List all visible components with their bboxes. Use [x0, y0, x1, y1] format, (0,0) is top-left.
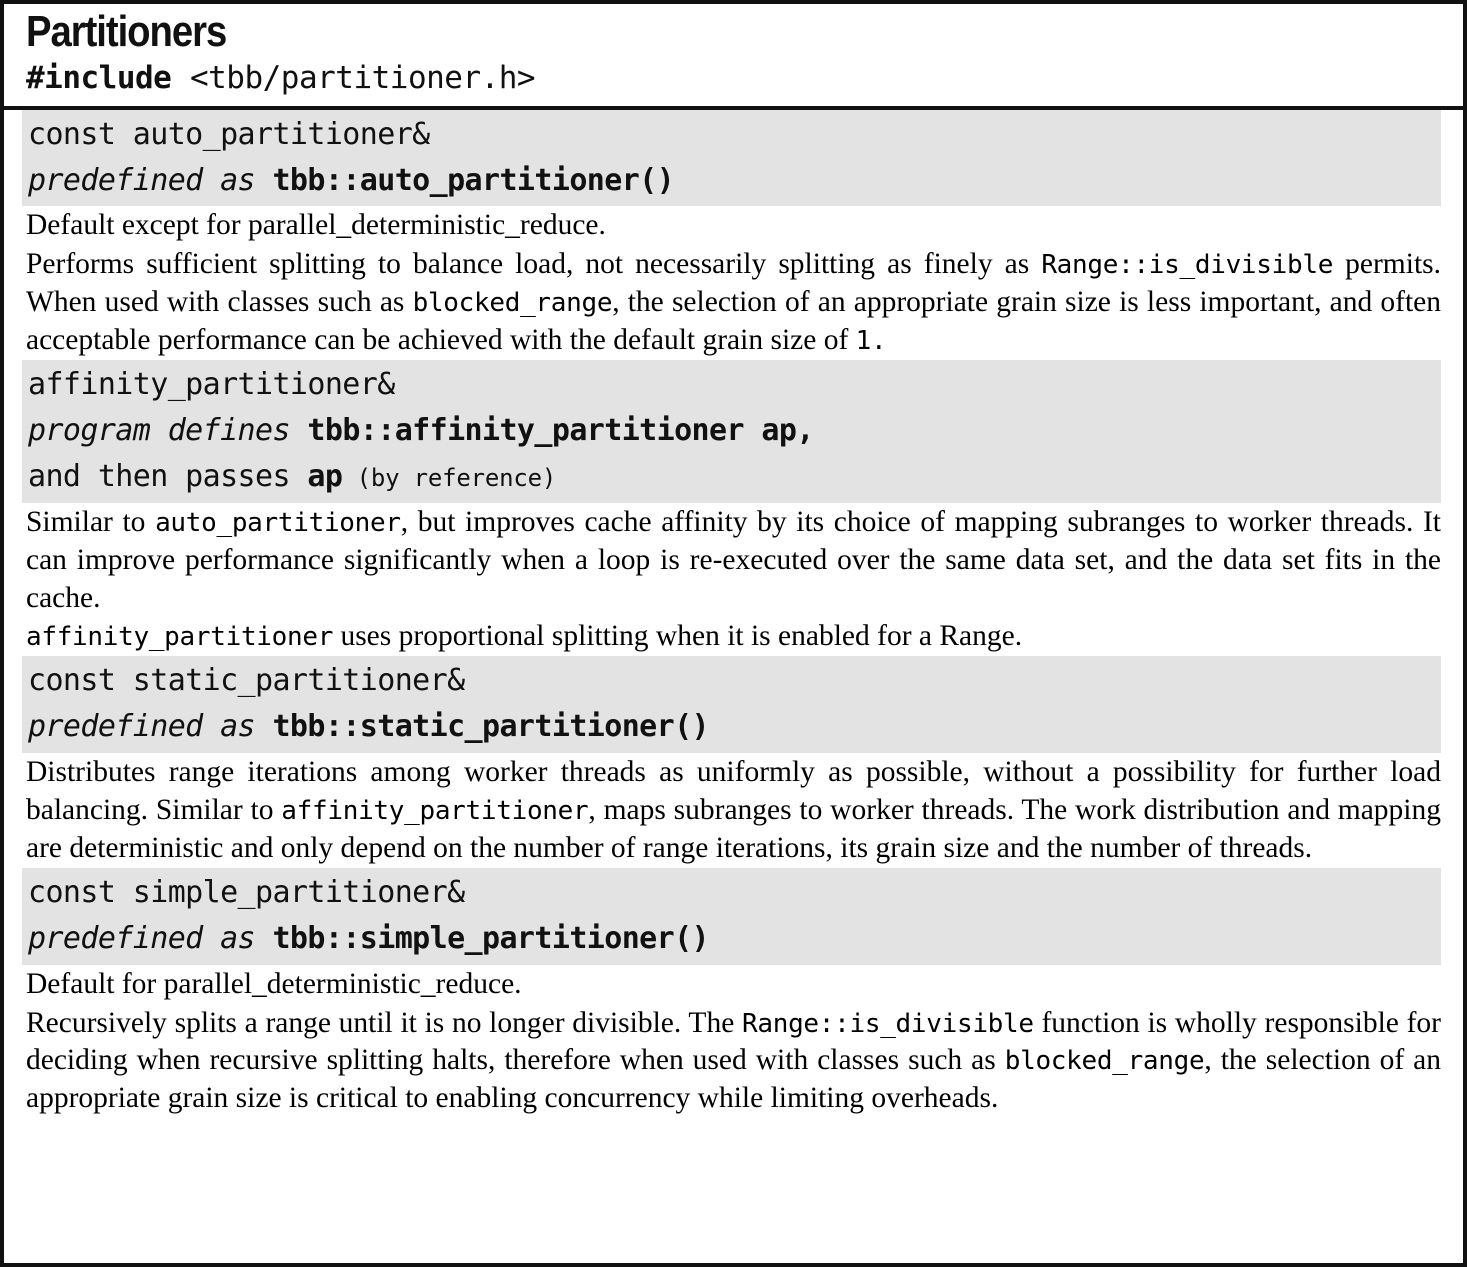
signature-band: affinity_partitioner& program defines tbb… [22, 360, 1441, 503]
signature-token: predefined as [28, 709, 273, 745]
signature-band: const static_partitioner& predefined as t… [22, 656, 1441, 754]
code-token: 1 [855, 326, 872, 357]
text-run: Similar to [26, 505, 156, 538]
description-block: Default except for parallel_deterministi… [4, 207, 1463, 360]
text-run: Performs sufficient splitting to balance… [26, 248, 1042, 281]
signature-token: const simple_partitioner& [28, 874, 465, 910]
section-affinity-partitioner: affinity_partitioner& program defines tbb… [4, 360, 1463, 656]
signature-token: tbb::simple_partitioner() [272, 920, 710, 956]
section-simple-partitioner: const simple_partitioner& predefined as t… [4, 867, 1463, 1119]
signature-token: const auto_partitioner& [28, 116, 430, 152]
paragraph: Similar to auto_partitioner, but improve… [26, 504, 1441, 618]
code-token: Range::is_divisible [1041, 250, 1334, 281]
signature-line: const static_partitioner& [28, 658, 1441, 704]
signature-token: tbb::static_partitioner() [272, 709, 710, 745]
signature-token: predefined as [28, 162, 273, 198]
description-block: Default for parallel_deterministic_reduc… [4, 966, 1463, 1119]
title-block: Partitioners #include <tbb/partitioner.h… [4, 4, 1463, 110]
signature-token: tbb::auto_partitioner() [272, 162, 675, 198]
paragraph: affinity_partitioner uses proportional s… [26, 618, 1441, 656]
paragraph: Performs sufficient splitting to balance… [26, 246, 1441, 360]
text-run: uses proportional splitting when it is e… [333, 620, 1023, 653]
signature-line: affinity_partitioner& [28, 362, 1441, 408]
text-run: Default except for parallel_deterministi… [26, 209, 606, 242]
description-block: Similar to auto_partitioner, but improve… [4, 504, 1463, 657]
signature-token: const static_partitioner& [28, 663, 465, 699]
code-token: . [871, 326, 887, 357]
signature-line: program defines tbb::affinity_partitione… [28, 408, 1441, 454]
text-run: Recursively splits a range until it is n… [26, 1006, 743, 1039]
code-token: Range::is_divisible [742, 1008, 1034, 1039]
page-title: Partitioners [26, 7, 227, 56]
paragraph: Recursively splits a range until it is n… [26, 1005, 1441, 1119]
signature-line: const simple_partitioner& [28, 870, 1441, 916]
signature-token: and then passes [28, 458, 308, 494]
code-token: affinity_partitioner [281, 796, 589, 827]
paragraph: Default for parallel_deterministic_reduc… [26, 966, 1441, 1004]
section-auto-partitioner: const auto_partitioner& predefined as tbb… [4, 109, 1463, 360]
code-token: affinity_partitioner [26, 622, 334, 653]
document-frame: Partitioners #include <tbb/partitioner.h… [0, 0, 1467, 1267]
signature-line: and then passes ap (by reference) [28, 454, 1441, 500]
signature-line: const auto_partitioner& [28, 112, 1441, 158]
include-directive-line: #include <tbb/partitioner.h> [26, 59, 1463, 98]
signature-line: predefined as tbb::auto_partitioner() [28, 158, 1441, 204]
text-run: Default for parallel_deterministic_reduc… [26, 967, 522, 1000]
description-block: Distributes range iterations among worke… [4, 754, 1463, 868]
include-keyword: #include [26, 59, 172, 96]
signature-token: tbb::affinity_partitioner ap, [307, 412, 814, 448]
section-static-partitioner: const static_partitioner& predefined as t… [4, 656, 1463, 868]
code-token: auto_partitioner [155, 507, 401, 538]
sections-container: const auto_partitioner& predefined as tbb… [4, 109, 1463, 1119]
signature-band: const simple_partitioner& predefined as t… [22, 867, 1441, 965]
include-header-path: <tbb/partitioner.h> [189, 59, 536, 96]
signature-token: predefined as [28, 920, 273, 956]
paragraph: Default except for parallel_deterministi… [26, 207, 1441, 245]
signature-line: predefined as tbb::simple_partitioner() [28, 916, 1441, 962]
code-token: blocked_range [1004, 1046, 1205, 1077]
signature-line: predefined as tbb::static_partitioner() [28, 704, 1441, 750]
signature-token: (by reference) [342, 463, 557, 492]
code-token: blocked_range [412, 288, 613, 319]
signature-band: const auto_partitioner& predefined as tbb… [22, 109, 1441, 207]
paragraph: Distributes range iterations among worke… [26, 754, 1441, 868]
signature-token: affinity_partitioner& [28, 367, 395, 403]
signature-token: program defines [28, 412, 308, 448]
signature-token: ap [307, 458, 343, 494]
